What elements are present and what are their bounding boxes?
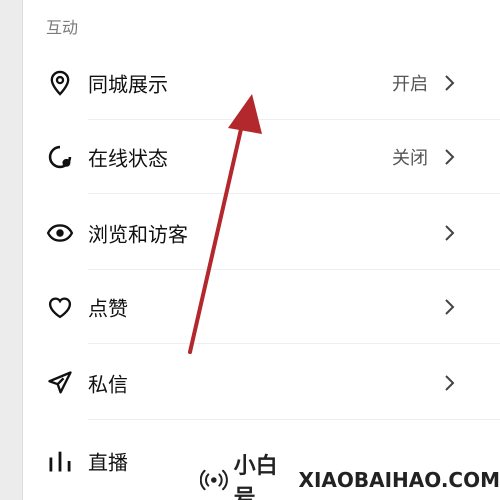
divider xyxy=(88,419,500,420)
setting-label: 同城展示 xyxy=(88,72,168,97)
setting-label: 私信 xyxy=(88,372,128,397)
chevron-right-icon xyxy=(445,375,455,391)
chevron-right-icon xyxy=(445,149,455,165)
chevron-right-icon xyxy=(445,225,455,241)
setting-label: 直播 xyxy=(88,450,128,475)
setting-row-likes[interactable]: 点赞 xyxy=(22,270,500,344)
setting-value: 关闭 xyxy=(392,148,428,169)
location-pin-icon xyxy=(50,70,70,96)
setting-row-nearby-display[interactable]: 同城展示 开启 xyxy=(22,46,500,120)
watermark-brand: 小白号 XIAOBAIHAO.COM xyxy=(200,454,500,500)
setting-row-online-status[interactable]: 在线状态 关闭 xyxy=(22,120,500,194)
divider xyxy=(88,343,500,344)
divider xyxy=(88,193,500,194)
bar-chart-icon xyxy=(49,451,71,472)
setting-label: 在线状态 xyxy=(88,146,168,171)
setting-row-browse-visitors[interactable]: 浏览和访客 xyxy=(22,196,500,270)
setting-label: 点赞 xyxy=(88,296,128,321)
setting-row-private-message[interactable]: 私信 xyxy=(22,346,500,420)
section-title: 互动 xyxy=(46,18,79,37)
paper-plane-icon xyxy=(48,371,72,394)
heart-icon xyxy=(48,297,72,319)
watermark-en: XIAOBAIHAO.COM xyxy=(298,468,500,492)
chevron-right-icon xyxy=(445,75,455,91)
setting-label: 浏览和访客 xyxy=(88,222,188,247)
broadcast-icon xyxy=(200,469,228,491)
setting-value: 开启 xyxy=(392,74,428,95)
eye-icon xyxy=(46,224,74,242)
watermark-cn: 小白号 xyxy=(233,454,278,500)
chevron-right-icon xyxy=(445,299,455,315)
online-status-icon xyxy=(48,145,72,169)
